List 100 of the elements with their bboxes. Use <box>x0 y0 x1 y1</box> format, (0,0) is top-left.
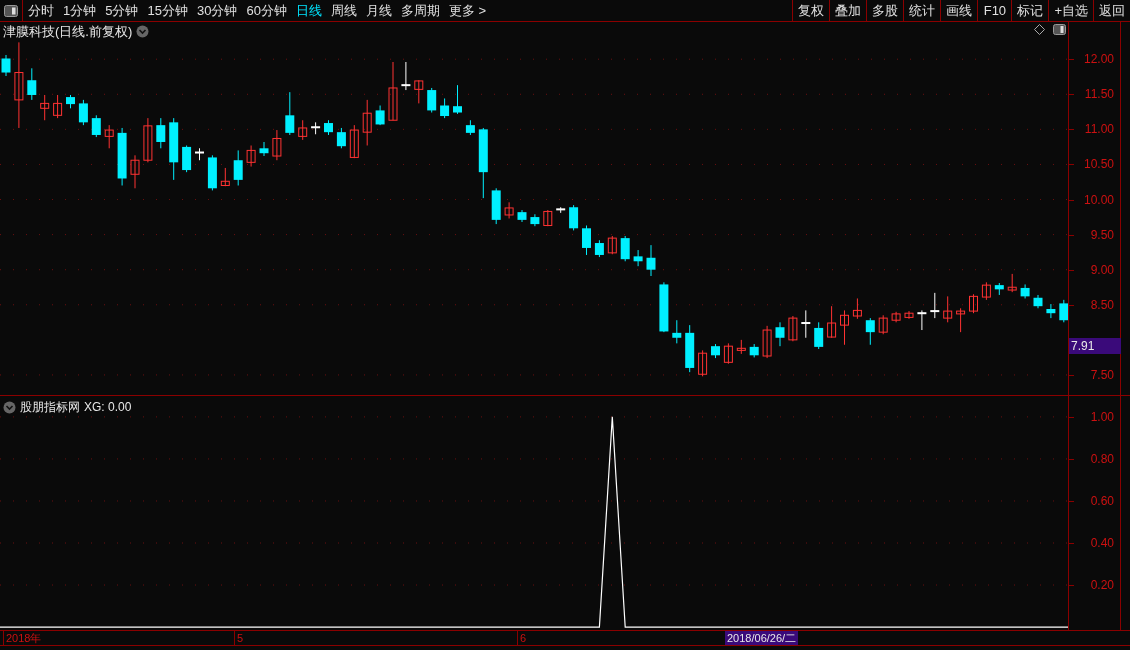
candle <box>698 349 708 377</box>
axis-label: 12.00 <box>1083 52 1114 67</box>
candle <box>1046 303 1056 319</box>
candle <box>659 281 669 333</box>
candle <box>814 321 824 350</box>
candle <box>53 94 63 119</box>
candle <box>220 167 230 187</box>
candle <box>969 293 978 314</box>
axis-label: 1.00 <box>1090 409 1114 424</box>
candle <box>195 147 204 161</box>
candle <box>543 209 553 227</box>
axis-label: 0.40 <box>1090 536 1114 550</box>
candle <box>259 141 269 157</box>
candle <box>117 127 127 186</box>
candle <box>1007 273 1017 293</box>
candle <box>749 343 759 358</box>
period-tab[interactable]: 日线 <box>295 0 322 21</box>
toolbar-button[interactable]: 叠加 <box>829 0 867 21</box>
period-tab[interactable]: 更多 > <box>448 0 487 21</box>
period-tab[interactable]: 15分钟 <box>147 0 188 21</box>
candle <box>852 297 862 320</box>
dropdown-icon[interactable] <box>136 25 150 39</box>
candle <box>207 154 217 191</box>
axis-label: 11.50 <box>1084 87 1114 102</box>
period-tab[interactable]: 月线 <box>365 0 392 21</box>
candle <box>607 235 617 255</box>
toolbar-button[interactable]: 画线 <box>940 0 978 21</box>
candle <box>775 321 785 347</box>
cursor-date-label: 2018/06/26/二 <box>725 631 799 645</box>
last-price-label: 7.91 <box>1069 338 1121 355</box>
axis-label: 0.80 <box>1090 451 1114 466</box>
candle <box>104 124 114 149</box>
candle <box>27 67 37 101</box>
candle <box>711 343 720 359</box>
candle <box>917 309 927 331</box>
toolbar-button[interactable]: 返回 <box>1093 0 1130 21</box>
period-tab[interactable]: 1分钟 <box>63 0 97 21</box>
candle <box>324 119 333 136</box>
candle <box>762 325 772 359</box>
candle <box>878 314 888 335</box>
toolbar-button[interactable]: 多股 <box>866 0 904 21</box>
candle <box>182 145 192 173</box>
date-label: 5 <box>237 631 244 645</box>
panel-toggle-icon[interactable] <box>1053 24 1066 35</box>
candle <box>569 204 579 231</box>
panel-toggle-icon[interactable] <box>4 4 18 17</box>
candle <box>169 117 179 181</box>
dropdown-icon[interactable] <box>3 400 16 414</box>
candle <box>504 201 514 219</box>
indicator-reading: XG: 0.00 <box>84 399 132 416</box>
toolbar-button[interactable]: 复权 <box>792 0 830 21</box>
axis-label: 10.00 <box>1083 192 1114 207</box>
axis-label: 8.50 <box>1090 297 1114 312</box>
axis-label: 7.50 <box>1090 367 1114 382</box>
period-tab[interactable]: 周线 <box>330 0 357 21</box>
candle <box>994 282 1004 296</box>
candle <box>246 145 256 168</box>
period-tab[interactable]: 30分钟 <box>196 0 238 21</box>
candle <box>40 94 50 121</box>
candle <box>336 127 346 149</box>
period-tab[interactable]: 60分钟 <box>246 0 287 21</box>
axis-label: 9.00 <box>1090 262 1114 277</box>
candle <box>465 119 475 136</box>
candle <box>594 239 604 258</box>
candle <box>285 91 295 136</box>
candle <box>401 61 411 91</box>
candle <box>801 309 811 339</box>
candle <box>143 117 153 163</box>
candle <box>930 292 940 319</box>
toolbar-button[interactable]: +自选 <box>1048 0 1093 21</box>
candle <box>530 213 540 227</box>
candle <box>620 235 630 262</box>
candle <box>349 124 359 159</box>
candle <box>375 105 385 126</box>
candle <box>91 114 101 138</box>
period-tab[interactable]: 多周期 <box>400 0 440 21</box>
axis-label: 0.60 <box>1090 493 1114 508</box>
axis-label: 10.50 <box>1083 157 1114 172</box>
candle <box>66 94 75 109</box>
indicator-name: 股朋指标网 <box>20 399 80 416</box>
candle <box>1033 294 1043 309</box>
period-tab[interactable]: 5分钟 <box>105 0 139 21</box>
candle <box>981 281 991 301</box>
candle <box>440 98 450 119</box>
candle <box>298 119 308 141</box>
toolbar-button[interactable]: 统计 <box>903 0 941 21</box>
candle <box>362 99 372 146</box>
toolbar-button[interactable]: 标记 <box>1011 0 1049 21</box>
candle <box>233 149 243 186</box>
axis-label: 11.00 <box>1084 122 1114 137</box>
candle <box>943 295 953 323</box>
candle <box>517 209 527 223</box>
candle <box>904 310 914 320</box>
candle <box>723 342 733 365</box>
diamond-icon[interactable] <box>1034 24 1045 35</box>
candle <box>478 127 488 199</box>
candle <box>582 225 591 256</box>
toolbar-button[interactable]: F10 <box>977 0 1012 21</box>
candle <box>453 84 462 115</box>
period-tab[interactable]: 分时 <box>28 0 54 21</box>
